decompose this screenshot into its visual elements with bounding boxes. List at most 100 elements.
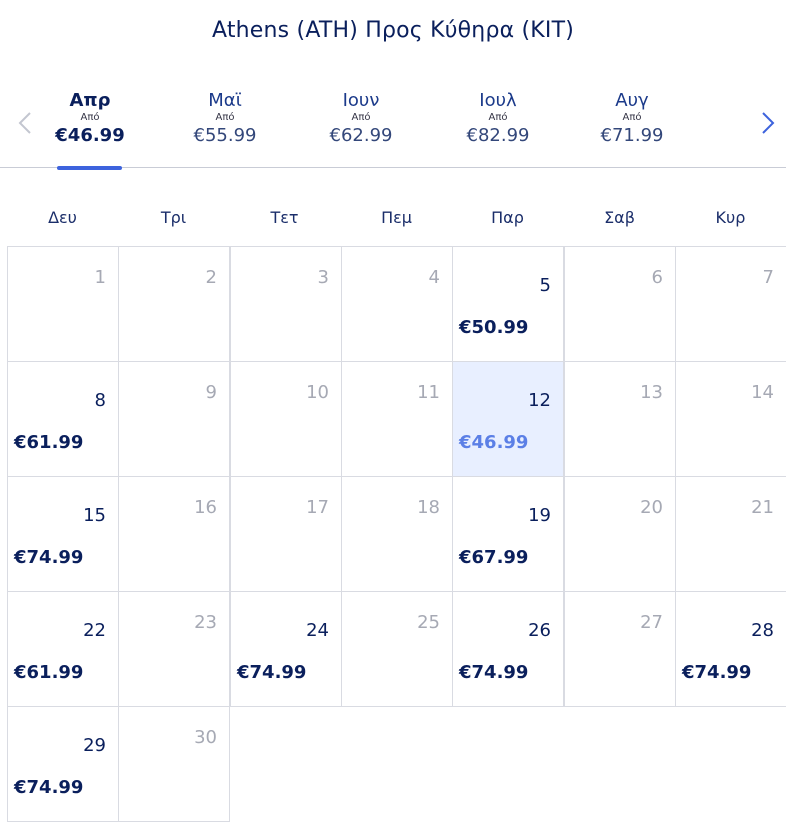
day-number: 30	[194, 727, 217, 748]
day-number: 6	[651, 267, 663, 288]
day-number: 26	[528, 620, 551, 641]
calendar-day-cell[interactable]: 22 €61.99	[7, 591, 119, 707]
calendar-day-cell[interactable]: 9	[118, 361, 230, 477]
calendar-day-cell[interactable]: 1	[7, 246, 119, 362]
calendar-day-cell[interactable]: 25	[341, 591, 453, 707]
calendar-day-cell[interactable]: 24 €74.99	[230, 591, 342, 707]
month-selector: Απρ Από €46.99 Μαϊ Από €55.99 Ιουν Από €…	[0, 82, 786, 170]
month-name: Μαϊ	[208, 90, 242, 111]
weekday-header: Δευ Τρι Τετ Πεμ Παρ Σαβ Κυρ	[7, 208, 786, 232]
day-number: 8	[94, 390, 106, 411]
calendar-day-cell[interactable]: 21	[675, 476, 786, 592]
calendar-day-cell[interactable]: 5 €50.99	[452, 246, 564, 362]
day-number: 28	[751, 620, 774, 641]
day-price: €61.99	[14, 432, 84, 453]
day-price: €50.99	[459, 317, 529, 338]
day-number: 2	[205, 267, 217, 288]
month-tab-jun[interactable]: Ιουν Από €62.99	[301, 90, 421, 148]
day-price: €67.99	[459, 547, 529, 568]
day-price: €74.99	[237, 662, 307, 683]
weekday-label: Τρι	[160, 208, 187, 227]
chevron-right-icon	[762, 112, 775, 134]
month-from-label: Από	[622, 112, 642, 123]
calendar-day-cell[interactable]: 15 €74.99	[7, 476, 119, 592]
calendar-day-cell[interactable]: 28 €74.99	[675, 591, 786, 707]
month-name: Απρ	[69, 90, 111, 111]
calendar-day-cell[interactable]: 18	[341, 476, 453, 592]
day-number: 18	[417, 497, 440, 518]
month-tab-jul[interactable]: Ιουλ Από €82.99	[438, 90, 558, 148]
day-number: 1	[94, 267, 106, 288]
calendar-day-cell[interactable]: 20	[564, 476, 676, 592]
day-price: €74.99	[459, 662, 529, 683]
month-price: €46.99	[55, 125, 125, 146]
month-from-label: Από	[80, 112, 100, 123]
day-number: 4	[428, 267, 440, 288]
calendar-day-cell[interactable]: 29 €74.99	[7, 706, 119, 822]
month-tab-apr[interactable]: Απρ Από €46.99	[30, 90, 150, 148]
day-number: 10	[306, 382, 329, 403]
month-tab-aug[interactable]: Αυγ Από €71.99	[572, 90, 692, 148]
day-number: 7	[762, 267, 774, 288]
day-number: 11	[417, 382, 440, 403]
calendar-day-cell[interactable]: 19 €67.99	[452, 476, 564, 592]
day-number: 17	[306, 497, 329, 518]
day-number: 29	[83, 735, 106, 756]
active-month-indicator	[57, 166, 122, 170]
day-number: 22	[83, 620, 106, 641]
calendar-day-cell[interactable]: 13	[564, 361, 676, 477]
calendar-day-cell[interactable]: 4	[341, 246, 453, 362]
day-number: 12	[528, 390, 551, 411]
day-number: 20	[640, 497, 663, 518]
day-number: 27	[640, 612, 663, 633]
month-name: Αυγ	[615, 90, 649, 111]
weekday-label: Τετ	[270, 208, 299, 227]
month-tab-may[interactable]: Μαϊ Από €55.99	[165, 90, 285, 148]
day-number: 19	[528, 505, 551, 526]
month-price: €55.99	[193, 125, 257, 146]
calendar-day-cell[interactable]: 3	[230, 246, 342, 362]
month-price: €82.99	[466, 125, 530, 146]
next-month-button[interactable]	[753, 108, 783, 138]
calendar-day-cell[interactable]: 17	[230, 476, 342, 592]
calendar-day-cell[interactable]: 10	[230, 361, 342, 477]
calendar-day-cell[interactable]: 26 €74.99	[452, 591, 564, 707]
day-price: €74.99	[14, 547, 84, 568]
month-name: Ιουν	[342, 90, 380, 111]
calendar-grid: 1 2 3 4 5 €50.99 6 7 8 €61.99 9 10 11 12 €46.99 13 14 15 €…	[7, 246, 786, 822]
weekday-label: Κυρ	[715, 208, 746, 227]
day-number: 5	[539, 275, 551, 296]
route-title: Athens (ATH) Προς Κύθηρα (KIT)	[211, 18, 575, 43]
day-price: €74.99	[14, 777, 84, 798]
calendar-day-cell[interactable]: 27	[564, 591, 676, 707]
month-price: €62.99	[329, 125, 393, 146]
weekday-label: Σαβ	[604, 208, 635, 227]
weekday-label: Παρ	[491, 208, 524, 227]
month-from-label: Από	[215, 112, 235, 123]
calendar-day-cell[interactable]: 8 €61.99	[7, 361, 119, 477]
day-number: 13	[640, 382, 663, 403]
month-from-label: Από	[488, 112, 508, 123]
day-price: €46.99	[459, 432, 529, 453]
day-number: 21	[751, 497, 774, 518]
calendar-day-cell[interactable]: 30	[118, 706, 230, 822]
calendar-day-cell[interactable]: 16	[118, 476, 230, 592]
month-name: Ιουλ	[479, 90, 517, 111]
day-number: 16	[194, 497, 217, 518]
day-number: 15	[83, 505, 106, 526]
day-price: €74.99	[682, 662, 752, 683]
calendar-day-cell[interactable]: 12 €46.99	[452, 361, 564, 477]
calendar-day-cell[interactable]: 14	[675, 361, 786, 477]
calendar-day-cell[interactable]: 6	[564, 246, 676, 362]
month-from-label: Από	[351, 112, 371, 123]
month-price: €71.99	[600, 125, 664, 146]
calendar-day-cell[interactable]: 11	[341, 361, 453, 477]
day-number: 14	[751, 382, 774, 403]
weekday-label: Δευ	[48, 208, 77, 227]
calendar-day-cell[interactable]: 23	[118, 591, 230, 707]
calendar-day-cell[interactable]: 2	[118, 246, 230, 362]
weekday-label: Πεμ	[381, 208, 412, 227]
calendar-day-cell[interactable]: 7	[675, 246, 786, 362]
day-price: €61.99	[14, 662, 84, 683]
day-number: 24	[306, 620, 329, 641]
